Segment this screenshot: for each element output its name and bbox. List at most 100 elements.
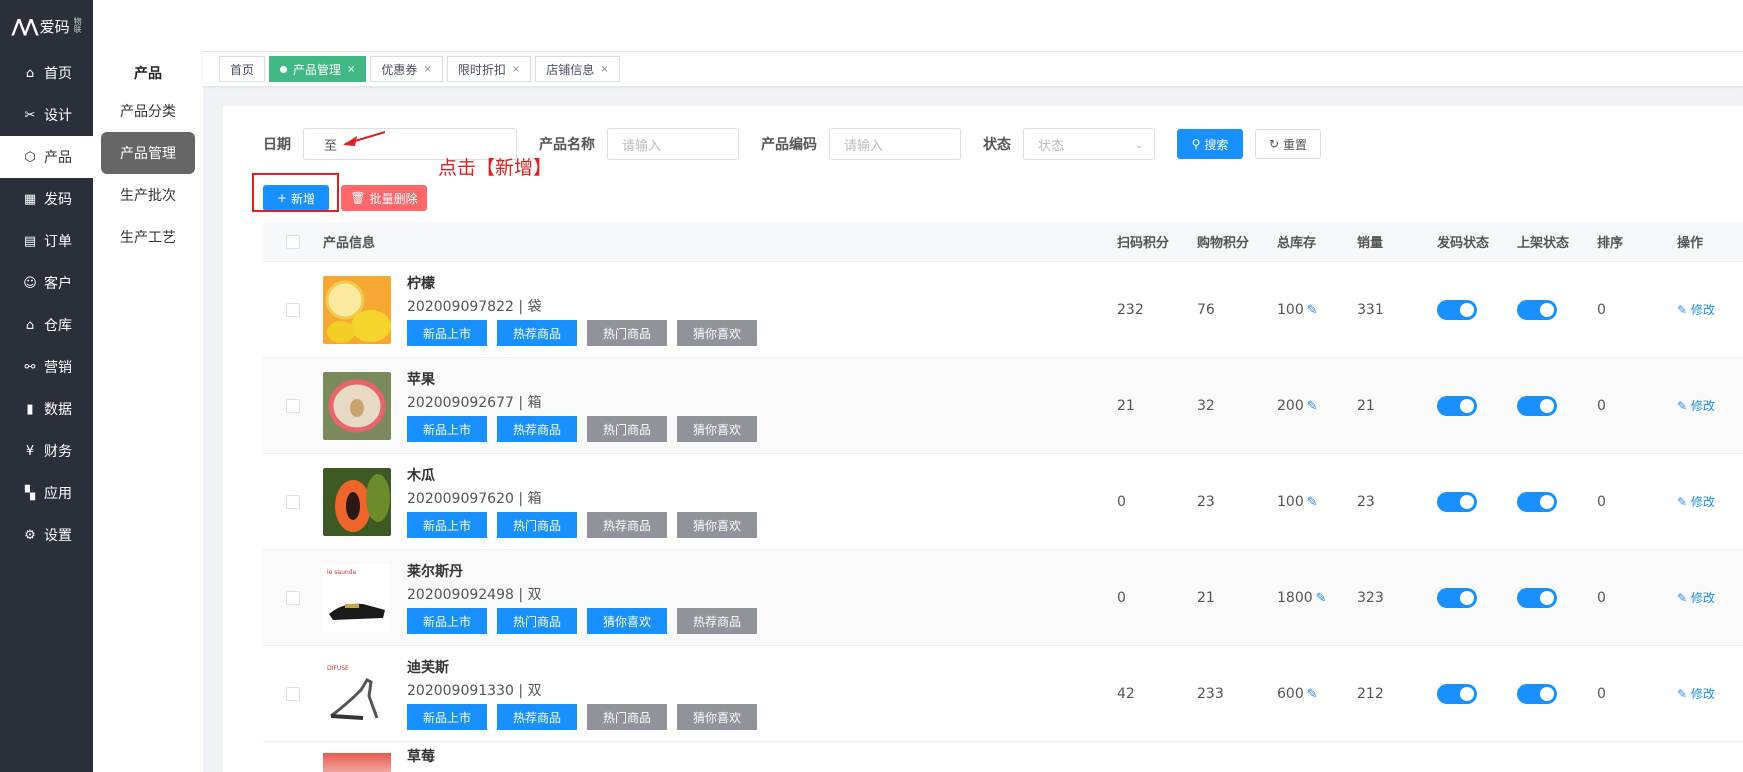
close-icon[interactable]: × (423, 64, 431, 75)
row-checkbox[interactable] (286, 494, 300, 509)
reset-button[interactable]: ↻ 重置 (1255, 129, 1321, 159)
code-status-toggle[interactable] (1437, 587, 1477, 608)
product-name: 苹果 (407, 372, 435, 388)
submenu-title: 产品 (134, 66, 162, 82)
code-status-cell (1437, 395, 1517, 416)
select-all-checkbox[interactable] (286, 234, 300, 249)
edit-link[interactable]: ✎ 修改 (1677, 399, 1715, 413)
grid-icon: ▚ (25, 485, 35, 501)
product-tag[interactable]: 猜你喜欢 (587, 608, 667, 634)
product-tag[interactable]: 热门商品 (587, 416, 667, 442)
edit-link[interactable]: ✎ 修改 (1677, 591, 1715, 605)
edit-link[interactable]: ✎ 修改 (1677, 495, 1715, 509)
product-thumbnail: le saunda (323, 563, 391, 632)
product-tag[interactable]: 猜你喜欢 (677, 320, 757, 346)
product-name-input[interactable]: 请输入 (607, 128, 739, 160)
nav-item[interactable]: ⌂ 仓库 (0, 304, 93, 346)
product-tag[interactable]: 热荐商品 (677, 608, 757, 634)
code-status-toggle[interactable] (1437, 299, 1477, 320)
product-tag[interactable]: 新品上市 (407, 512, 487, 538)
search-button[interactable]: ⚲ 搜索 (1177, 129, 1243, 159)
status-select[interactable]: 状态 ⌄ (1023, 128, 1155, 160)
table-row: 柠檬 202009097822 | 袋 新品上市 热荐商品 热门商品 猜你喜欢 232… (263, 262, 1743, 358)
tab[interactable]: 限时折扣 × (446, 56, 532, 82)
product-tag[interactable]: 猜你喜欢 (677, 416, 757, 442)
submenu-item[interactable]: 生产工艺 (101, 216, 195, 258)
product-tag[interactable]: 新品上市 (407, 704, 487, 730)
sort-cell: 0 (1597, 493, 1606, 510)
close-icon[interactable]: × (600, 64, 608, 75)
nav-item-label: 订单 (44, 234, 72, 250)
submenu-item[interactable]: 产品管理 (101, 132, 195, 174)
product-tag[interactable]: 热荐商品 (587, 512, 667, 538)
svg-text:le saunda: le saunda (327, 569, 356, 576)
product-tag[interactable]: 热门商品 (497, 512, 577, 538)
header-ops: 操作 (1677, 236, 1704, 251)
edit-pen-icon[interactable]: ✎ (1307, 399, 1318, 414)
tab[interactable]: 优惠券 × (370, 56, 443, 82)
shelf-status-toggle[interactable] (1517, 587, 1557, 608)
submenu-item[interactable]: 生产批次 (101, 174, 195, 216)
edit-pen-icon[interactable]: ✎ (1307, 687, 1318, 702)
edit-pen-icon[interactable]: ✎ (1307, 303, 1318, 318)
top-header (203, 0, 1743, 52)
edit-link-label: 修改 (1690, 591, 1715, 605)
shelf-status-toggle[interactable] (1517, 491, 1557, 512)
warehouse-icon: ⌂ (25, 317, 35, 333)
nav-item[interactable]: ▦ 发码 (0, 178, 93, 220)
product-tag[interactable]: 新品上市 (407, 320, 487, 346)
product-tag[interactable]: 热荐商品 (497, 416, 577, 442)
nav-item[interactable]: ⚯ 营销 (0, 346, 93, 388)
batch-delete-button[interactable]: 🗑︎ 批量删除 (341, 185, 427, 211)
code-status-toggle[interactable] (1437, 395, 1477, 416)
tab[interactable]: 首页 (219, 56, 266, 82)
edit-pen-icon[interactable]: ✎ (1316, 591, 1327, 606)
product-tag[interactable]: 热门商品 (497, 608, 577, 634)
nav-item[interactable]: ⬡ 产品 (0, 136, 93, 178)
nav-item[interactable]: ☺ 客户 (0, 262, 93, 304)
product-tag[interactable]: 热荐商品 (497, 320, 577, 346)
submenu-item[interactable]: 产品分类 (101, 90, 195, 132)
product-tag[interactable]: 热门商品 (587, 320, 667, 346)
product-submenu: 产品 产品分类 产品管理 生产批次 生产工艺 (93, 0, 203, 772)
row-checkbox[interactable] (286, 686, 300, 701)
logo-text: 爱码 (39, 17, 70, 36)
row-checkbox[interactable] (286, 590, 300, 605)
code-status-toggle[interactable] (1437, 683, 1477, 704)
shop-points-cell: 233 (1197, 685, 1224, 702)
nav-item[interactable]: ▚ 应用 (0, 472, 93, 514)
trash-icon: 🗑︎ (350, 191, 366, 205)
tab[interactable]: 店铺信息 × (535, 56, 620, 82)
close-icon[interactable]: × (347, 64, 355, 75)
nav-item[interactable]: ¥ 财务 (0, 430, 93, 472)
nav-item[interactable]: ▤ 订单 (0, 220, 93, 262)
row-checkbox[interactable] (286, 302, 300, 317)
edit-link[interactable]: ✎ 修改 (1677, 687, 1715, 701)
product-tag[interactable]: 新品上市 (407, 416, 487, 442)
shelf-status-toggle[interactable] (1517, 395, 1557, 416)
tab[interactable]: 产品管理 × (269, 56, 367, 82)
search-button-label: 搜索 (1204, 137, 1229, 152)
close-icon[interactable]: × (512, 64, 520, 75)
product-info-cell: 苹果 202009092677 | 箱 新品上市 热荐商品 热门商品 猜你喜欢 (323, 369, 1117, 442)
product-tag[interactable]: 猜你喜欢 (677, 704, 757, 730)
code-status-toggle[interactable] (1437, 491, 1477, 512)
shelf-status-toggle[interactable] (1517, 683, 1557, 704)
product-tag[interactable]: 热荐商品 (497, 704, 577, 730)
nav-item-label: 设计 (44, 108, 72, 124)
row-checkbox[interactable] (286, 398, 300, 413)
edit-link[interactable]: ✎ 修改 (1677, 303, 1715, 317)
product-tag[interactable]: 新品上市 (407, 608, 487, 634)
edit-pen-icon[interactable]: ✎ (1307, 495, 1318, 510)
product-code-input[interactable]: 请输入 (829, 128, 961, 160)
product-tag[interactable]: 热门商品 (587, 704, 667, 730)
product-tag[interactable]: 猜你喜欢 (677, 512, 757, 538)
nav-item[interactable]: ▮ 数据 (0, 388, 93, 430)
status-label: 状态 (983, 137, 1011, 153)
shelf-status-toggle[interactable] (1517, 299, 1557, 320)
annotation-arrow-icon (343, 131, 386, 146)
nav-item[interactable]: ✂ 设计 (0, 94, 93, 136)
stock-cell: 1800 ✎ (1277, 590, 1357, 606)
nav-item[interactable]: ⌂ 首页 (0, 52, 93, 94)
nav-item[interactable]: ⚙ 设置 (0, 514, 93, 556)
